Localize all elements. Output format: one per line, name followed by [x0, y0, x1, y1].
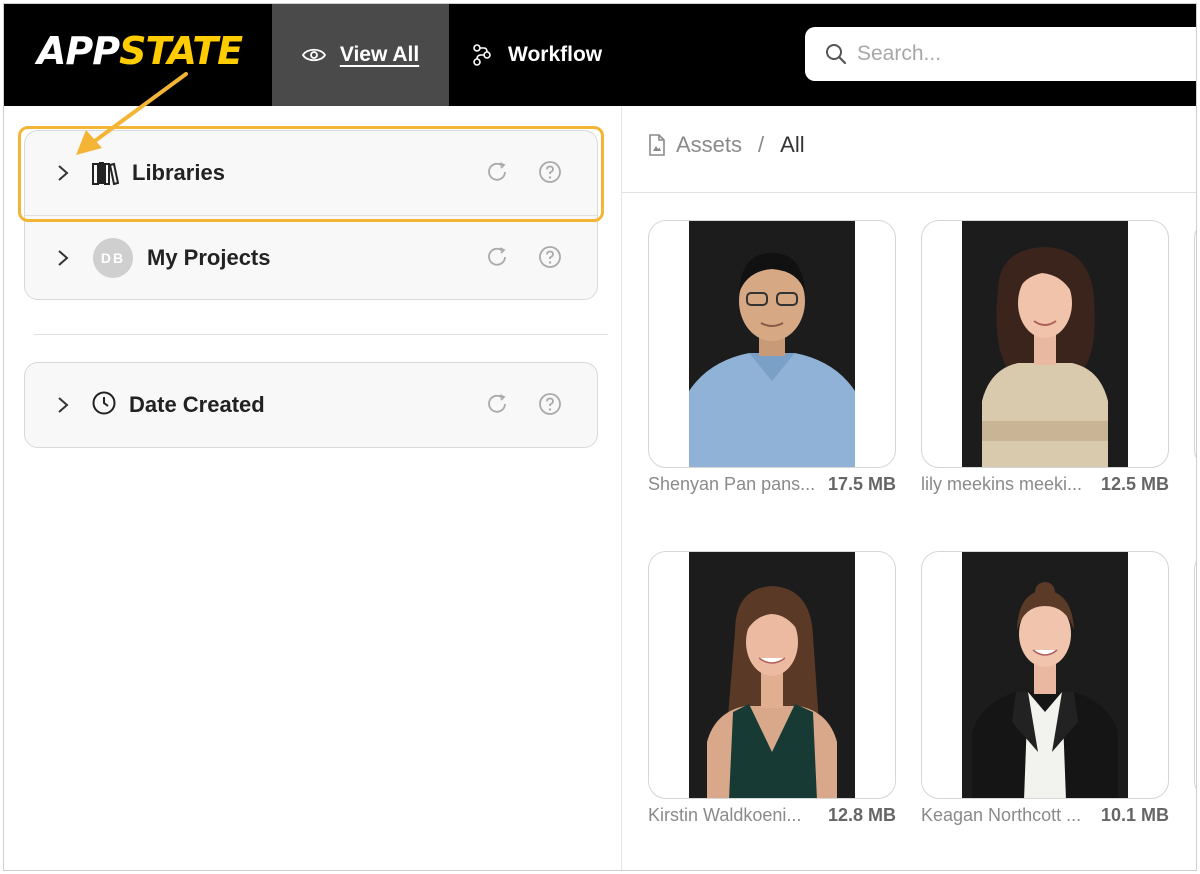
nav-view-all[interactable]: View All — [272, 4, 449, 106]
refresh-icon[interactable] — [485, 245, 509, 269]
asset-meta: Kirstin Waldkoeni... 12.8 MB — [648, 805, 896, 826]
asset-size: 17.5 MB — [827, 474, 896, 494]
filter-row-my-projects[interactable]: DB My Projects — [25, 216, 599, 300]
nav-view-all-label: View All — [339, 43, 420, 66]
breadcrumb-assets[interactable]: Assets — [676, 132, 742, 158]
filter-panel: Libraries DB My Projects Date Created — [4, 106, 622, 870]
avatar: DB — [93, 238, 133, 278]
appstate-logo[interactable]: APPSTATE — [37, 29, 243, 73]
asset-name: Keagan Northcott ... — [921, 805, 1082, 825]
asset-tile-partial[interactable] — [1194, 220, 1196, 468]
portrait-photo — [689, 221, 855, 467]
asset-thumbnail[interactable] — [921, 220, 1169, 468]
eye-icon — [301, 48, 326, 62]
nav-workflow[interactable]: Workflow — [472, 4, 602, 106]
refresh-icon[interactable] — [485, 392, 509, 416]
filter-label-my-projects: My Projects — [147, 245, 271, 270]
asset-tile-partial[interactable] — [1194, 551, 1196, 799]
filter-row-date-created[interactable]: Date Created — [25, 363, 599, 447]
asset-tile[interactable]: Keagan Northcott ... 10.1 MB — [921, 551, 1169, 826]
asset-meta: Keagan Northcott ... 10.1 MB — [921, 805, 1169, 826]
asset-name: Kirstin Waldkoeni... — [648, 805, 802, 825]
portrait-photo — [962, 221, 1128, 467]
logo-state-text: STATE — [119, 29, 243, 73]
asset-name: Shenyan Pan pans... — [648, 474, 816, 494]
refresh-icon[interactable] — [485, 160, 509, 184]
asset-size: 12.8 MB — [827, 805, 896, 825]
asset-tile[interactable]: lily meekins meeki... 12.5 MB — [921, 220, 1169, 495]
chevron-right-icon[interactable] — [55, 247, 71, 269]
chevron-right-icon[interactable] — [55, 394, 71, 416]
breadcrumb-current: All — [780, 132, 805, 157]
help-icon[interactable] — [538, 160, 562, 184]
row-separator — [25, 215, 597, 216]
nav-workflow-label: Workflow — [508, 43, 603, 66]
search-box[interactable] — [805, 27, 1196, 81]
help-icon[interactable] — [538, 392, 562, 416]
asset-thumbnail[interactable] — [648, 220, 896, 468]
asset-thumbnail[interactable] — [921, 551, 1169, 799]
assets-panel: Assets / All Shenyan Pan pans... 17.5 MB… — [622, 106, 1196, 870]
document-icon — [649, 134, 665, 156]
section-divider — [34, 334, 608, 335]
portrait-photo — [962, 552, 1128, 798]
logo-app-text: APP — [37, 29, 120, 73]
asset-name: lily meekins meeki... — [921, 474, 1083, 494]
app-window: APPSTATE View All Workflow Search... Lib… — [3, 3, 1197, 871]
filter-label-libraries: Libraries — [132, 160, 225, 185]
asset-meta: Shenyan Pan pans... 17.5 MB — [648, 474, 896, 495]
asset-meta: lily meekins meeki... 12.5 MB — [921, 474, 1169, 495]
asset-size: 12.5 MB — [1100, 474, 1169, 494]
portrait-photo — [689, 552, 855, 798]
breadcrumb-divider — [622, 192, 1196, 193]
clock-icon — [92, 391, 116, 415]
chevron-right-icon[interactable] — [55, 162, 71, 184]
tutorial-arrow — [76, 72, 188, 155]
help-icon[interactable] — [538, 245, 562, 269]
search-icon — [826, 44, 847, 65]
breadcrumb: Assets / All — [648, 132, 805, 158]
asset-tile[interactable]: Kirstin Waldkoeni... 12.8 MB — [648, 551, 896, 826]
books-icon — [92, 162, 119, 186]
search-input[interactable] — [857, 42, 1157, 66]
asset-size: 10.1 MB — [1100, 805, 1169, 825]
workflow-icon — [473, 44, 491, 66]
breadcrumb-separator: / — [758, 132, 765, 157]
asset-tile[interactable]: Shenyan Pan pans... 17.5 MB — [648, 220, 896, 495]
filter-label-date-created: Date Created — [129, 392, 265, 417]
asset-thumbnail[interactable] — [648, 551, 896, 799]
filter-card-date: Date Created — [24, 362, 598, 448]
